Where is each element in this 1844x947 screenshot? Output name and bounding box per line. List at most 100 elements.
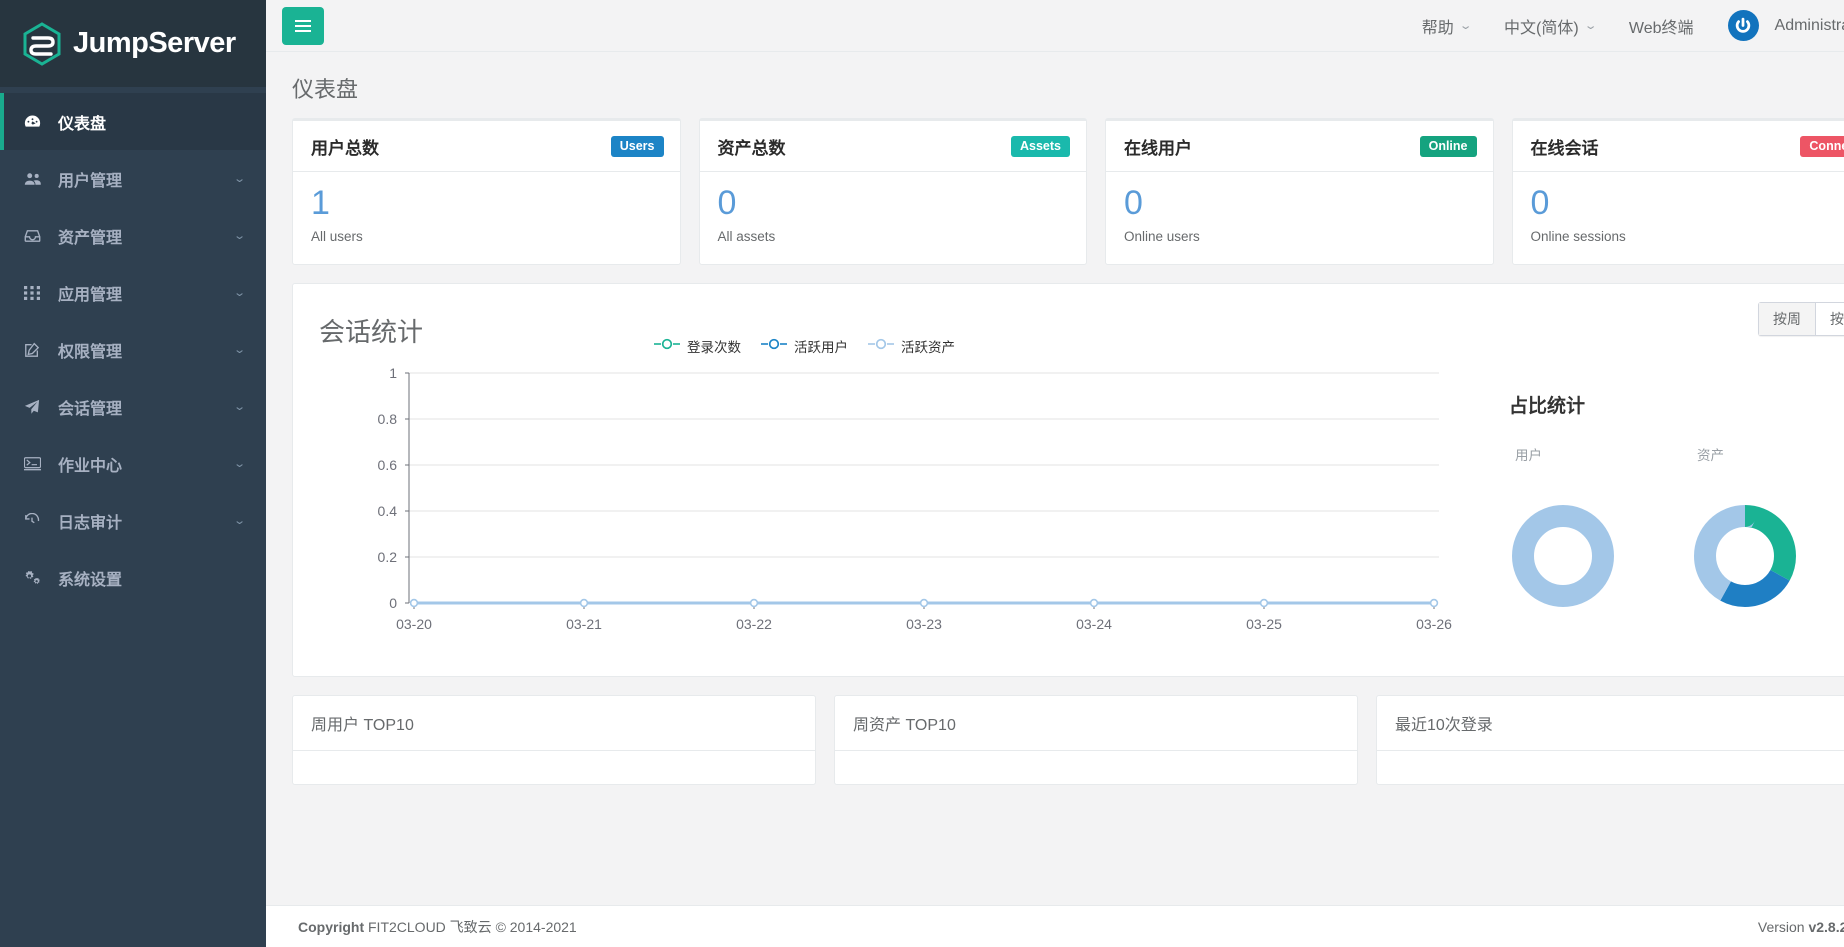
- history-clock-icon: [24, 513, 48, 529]
- sidebar-toggle-button[interactable]: [282, 7, 324, 45]
- panel-weekly-users-top10: 周用户 TOP10: [292, 695, 816, 785]
- avatar: [1728, 10, 1759, 41]
- session-panel-header: 会话统计 登录次数: [319, 306, 1844, 349]
- donut-chart-users[interactable]: [1509, 502, 1691, 615]
- language-menu[interactable]: 中文(简体) ⌄: [1487, 0, 1612, 52]
- chevron-down-icon: ⌄: [233, 400, 246, 413]
- card-value: 0: [718, 186, 1069, 222]
- sidebar-item-label: 资产管理: [58, 224, 235, 248]
- footer-version-value: v2.8.2: [1808, 919, 1844, 935]
- card-body: 0 Online sessions: [1513, 172, 1844, 264]
- card-value: 0: [1124, 186, 1475, 222]
- sidebar-item-label: 会话管理: [58, 395, 235, 419]
- web-terminal-label: Web终端: [1629, 14, 1694, 38]
- card-header: 资产总数 Assets: [700, 121, 1087, 172]
- svg-text:03-26: 03-26: [1416, 616, 1452, 632]
- terminal-icon: [24, 457, 48, 471]
- user-menu[interactable]: Administrator ⌄: [1711, 0, 1844, 52]
- help-menu[interactable]: 帮助 ⌄: [1405, 0, 1487, 52]
- svg-text:03-25: 03-25: [1246, 616, 1282, 632]
- sidebar-item-dashboard[interactable]: 仪表盘: [0, 93, 266, 150]
- chevron-down-icon: ⌄: [233, 229, 246, 242]
- donut-cell-users: 用户: [1509, 444, 1691, 615]
- dashboard-icon: [24, 113, 48, 130]
- panel-recent-logins: 最近10次登录: [1376, 695, 1844, 785]
- page-title: 仪表盘: [292, 72, 1844, 104]
- footer-version-label: Version: [1758, 919, 1805, 935]
- session-line-chart[interactable]: 1 0.8 0.6 0.4 0.2 0: [319, 353, 1479, 658]
- sidebar-item-applications[interactable]: 应用管理 ⌄: [0, 264, 266, 321]
- language-label: 中文(简体): [1504, 14, 1579, 38]
- range-toggle-group: 按周 按月: [1758, 302, 1844, 336]
- donut-cell-assets: 资产: [1691, 444, 1844, 615]
- footer-copyright: Copyright FIT2CLOUD 飞致云 © 2014-2021: [298, 917, 577, 937]
- card-header: 用户总数 Users: [293, 121, 680, 172]
- jumpserver-cube-logo-icon: [22, 22, 62, 66]
- svg-text:03-21: 03-21: [566, 616, 602, 632]
- status-badge: Assets: [1011, 136, 1070, 157]
- edit-square-icon: [24, 342, 48, 358]
- content-area: 用户总数 Users 1 All users 资产总数 Assets 0: [266, 118, 1844, 947]
- chevron-down-icon: ⌄: [1583, 19, 1597, 32]
- svg-text:0.2: 0.2: [378, 549, 398, 565]
- svg-text:0.8: 0.8: [378, 411, 398, 427]
- sidebar-item-label: 日志审计: [58, 509, 235, 533]
- legend-marker-icon: [654, 338, 680, 353]
- paper-plane-icon: [24, 399, 48, 415]
- range-button-month[interactable]: 按月: [1816, 302, 1844, 336]
- card-header: 在线用户 Online: [1106, 121, 1493, 172]
- sidebar-item-permissions[interactable]: 权限管理 ⌄: [0, 321, 266, 378]
- chevron-down-icon: ⌄: [1458, 19, 1472, 32]
- svg-text:0.6: 0.6: [378, 457, 398, 473]
- sidebar-item-audit[interactable]: 日志审计 ⌄: [0, 492, 266, 549]
- page-header: 仪表盘: [266, 52, 1844, 118]
- bottom-panels-row: 周用户 TOP10 周资产 TOP10 最近10次登录: [292, 695, 1844, 785]
- range-button-week[interactable]: 按周: [1758, 302, 1816, 336]
- stat-card-users[interactable]: 用户总数 Users 1 All users: [292, 118, 681, 265]
- status-badge: Online: [1420, 136, 1477, 157]
- svg-text:0.4: 0.4: [378, 503, 398, 519]
- sidebar-item-settings[interactable]: 系统设置: [0, 549, 266, 606]
- help-label: 帮助: [1422, 14, 1454, 38]
- sidebar-item-label: 系统设置: [58, 566, 244, 590]
- panel-title: 最近10次登录: [1377, 696, 1844, 751]
- chevron-down-icon: ⌄: [233, 343, 246, 356]
- donut-label: 用户: [1509, 444, 1691, 464]
- chevron-down-icon: ⌄: [233, 172, 246, 185]
- footer-copyright-label: Copyright: [298, 919, 364, 935]
- sidebar-item-sessions[interactable]: 会话管理 ⌄: [0, 378, 266, 435]
- card-subtitle: Online sessions: [1531, 229, 1844, 244]
- sidebar-nav: 仪表盘 用户管理 ⌄: [0, 87, 266, 606]
- card-body: 0 All assets: [700, 172, 1087, 264]
- svg-text:0: 0: [389, 595, 397, 611]
- svg-text:03-23: 03-23: [906, 616, 942, 632]
- main-area: 帮助 ⌄ 中文(简体) ⌄ Web终端: [266, 0, 1844, 947]
- card-title: 资产总数: [718, 134, 786, 159]
- panel-weekly-assets-top10: 周资产 TOP10: [834, 695, 1358, 785]
- card-body: 1 All users: [293, 172, 680, 264]
- sidebar-item-job-center[interactable]: 作业中心 ⌄: [0, 435, 266, 492]
- donut-chart-assets[interactable]: [1691, 502, 1844, 615]
- brand-name: JumpServer: [73, 27, 236, 60]
- legend-marker-icon: [761, 338, 787, 353]
- chart-area: 1 0.8 0.6 0.4 0.2 0: [319, 353, 1844, 658]
- svg-text:03-22: 03-22: [736, 616, 772, 632]
- panel-title: 周用户 TOP10: [293, 696, 815, 751]
- card-title: 在线用户: [1124, 134, 1192, 159]
- stat-card-online-sessions[interactable]: 在线会话 Connected 0 Online sessions: [1512, 118, 1844, 265]
- sidebar-item-assets[interactable]: 资产管理 ⌄: [0, 207, 266, 264]
- card-title: 用户总数: [311, 134, 379, 159]
- stat-card-online-users[interactable]: 在线用户 Online 0 Online users: [1105, 118, 1494, 265]
- card-subtitle: All assets: [718, 229, 1069, 244]
- topbar-nav: 帮助 ⌄ 中文(简体) ⌄ Web终端: [1405, 0, 1844, 52]
- sidebar-item-users[interactable]: 用户管理 ⌄: [0, 150, 266, 207]
- status-badge: Connected: [1800, 136, 1844, 157]
- sidebar: JumpServer 仪表盘 用户管: [0, 0, 266, 947]
- panel-inner: 会话统计 登录次数: [293, 284, 1844, 676]
- topbar: 帮助 ⌄ 中文(简体) ⌄ Web终端: [266, 0, 1844, 52]
- stat-card-assets[interactable]: 资产总数 Assets 0 All assets: [699, 118, 1088, 265]
- inbox-icon: [24, 228, 48, 243]
- brand[interactable]: JumpServer: [0, 0, 266, 87]
- web-terminal-link[interactable]: Web终端: [1612, 0, 1711, 52]
- card-body: 0 Online users: [1106, 172, 1493, 264]
